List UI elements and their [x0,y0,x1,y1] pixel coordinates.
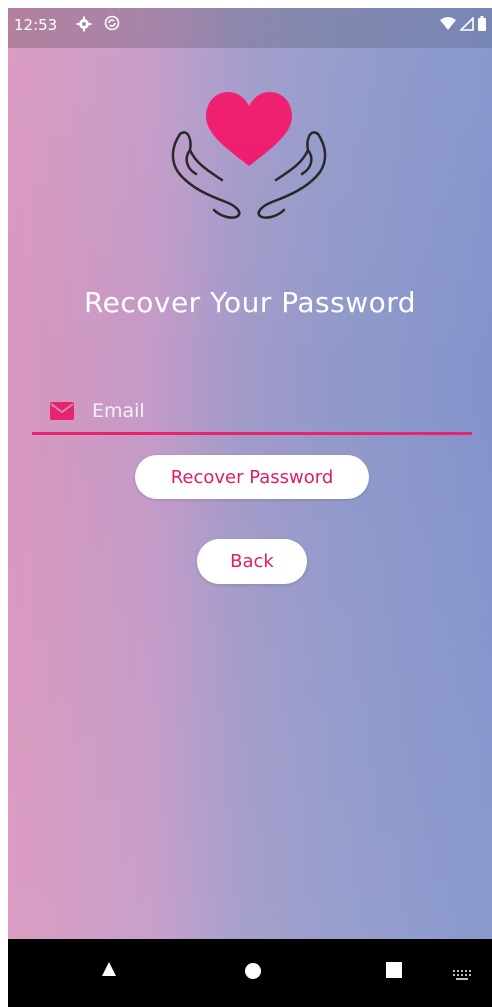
wifi-icon [440,16,456,31]
email-field-row [32,388,472,438]
app-screen: 12:53 Recover Your Password Email Recove… [8,8,492,939]
navigation-bar [8,939,492,1007]
email-field[interactable] [92,394,452,428]
nav-recents-icon[interactable] [386,962,402,982]
email-underline [32,432,472,435]
status-indicators [440,16,486,31]
gear-icon [76,16,92,36]
heart-in-hands-icon [166,88,332,222]
sync-icon [104,15,120,35]
page-title: Recover Your Password [83,286,417,319]
mail-icon [50,402,74,420]
back-button[interactable]: Back [197,539,307,584]
battery-icon [478,16,486,31]
recover-password-button[interactable]: Recover Password [135,455,369,499]
phone-frame: 12:53 Recover Your Password Email Recove… [8,8,492,1007]
status-time: 12:53 [14,16,58,34]
nav-home-icon[interactable] [244,962,262,984]
signal-icon [460,16,474,31]
status-bar: 12:53 [8,8,492,48]
keyboard-icon[interactable] [453,965,471,984]
nav-back-icon[interactable] [100,961,118,981]
